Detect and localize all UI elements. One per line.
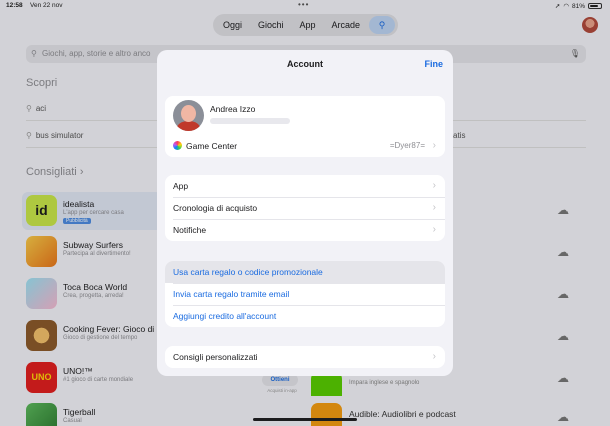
home-indicator[interactable]	[253, 418, 357, 421]
row-personalized-recommendations[interactable]: Consigli personalizzati ›	[165, 346, 445, 368]
settings-group: App › Cronologia di acquisto › Notifiche ›	[165, 175, 445, 241]
account-modal: Account Fine Andrea Izzo Game Center =Dy…	[157, 50, 453, 376]
add-credit-link[interactable]: Aggiungi credito all'account	[165, 305, 445, 327]
modal-title: Account	[287, 59, 323, 69]
recommendations-group: Consigli personalizzati ›	[165, 346, 445, 368]
profile-row[interactable]: Andrea Izzo	[165, 96, 445, 135]
profile-email-redacted	[210, 118, 290, 124]
game-center-nickname: =Dyer87=	[389, 141, 425, 150]
game-center-icon	[173, 141, 182, 150]
chevron-right-icon: ›	[432, 180, 436, 191]
row-label: Cronologia di acquisto	[173, 203, 258, 213]
row-label: Consigli personalizzati	[173, 352, 258, 362]
gift-card-group: Usa carta regalo o codice promozionale I…	[165, 261, 445, 327]
chevron-right-icon: ›	[432, 224, 436, 235]
avatar	[173, 100, 204, 131]
row-app[interactable]: App ›	[165, 175, 445, 197]
game-center-label: Game Center	[186, 141, 238, 151]
send-gift-card-link[interactable]: Invia carta regalo tramite email	[165, 283, 445, 305]
row-label: App	[173, 181, 189, 191]
chevron-right-icon: ›	[432, 202, 436, 213]
profile-group: Andrea Izzo Game Center =Dyer87= ›	[165, 96, 445, 157]
chevron-right-icon: ›	[432, 351, 436, 362]
profile-name: Andrea Izzo	[210, 104, 256, 114]
row-purchase-history[interactable]: Cronologia di acquisto ›	[165, 197, 445, 219]
redeem-gift-card-link[interactable]: Usa carta regalo o codice promozionale	[165, 261, 445, 283]
row-label: Notifiche	[173, 225, 207, 235]
done-button[interactable]: Fine	[424, 59, 443, 69]
chevron-right-icon: ›	[432, 140, 436, 151]
row-notifications[interactable]: Notifiche ›	[165, 219, 445, 241]
game-center-row[interactable]: Game Center =Dyer87= ›	[165, 135, 445, 157]
